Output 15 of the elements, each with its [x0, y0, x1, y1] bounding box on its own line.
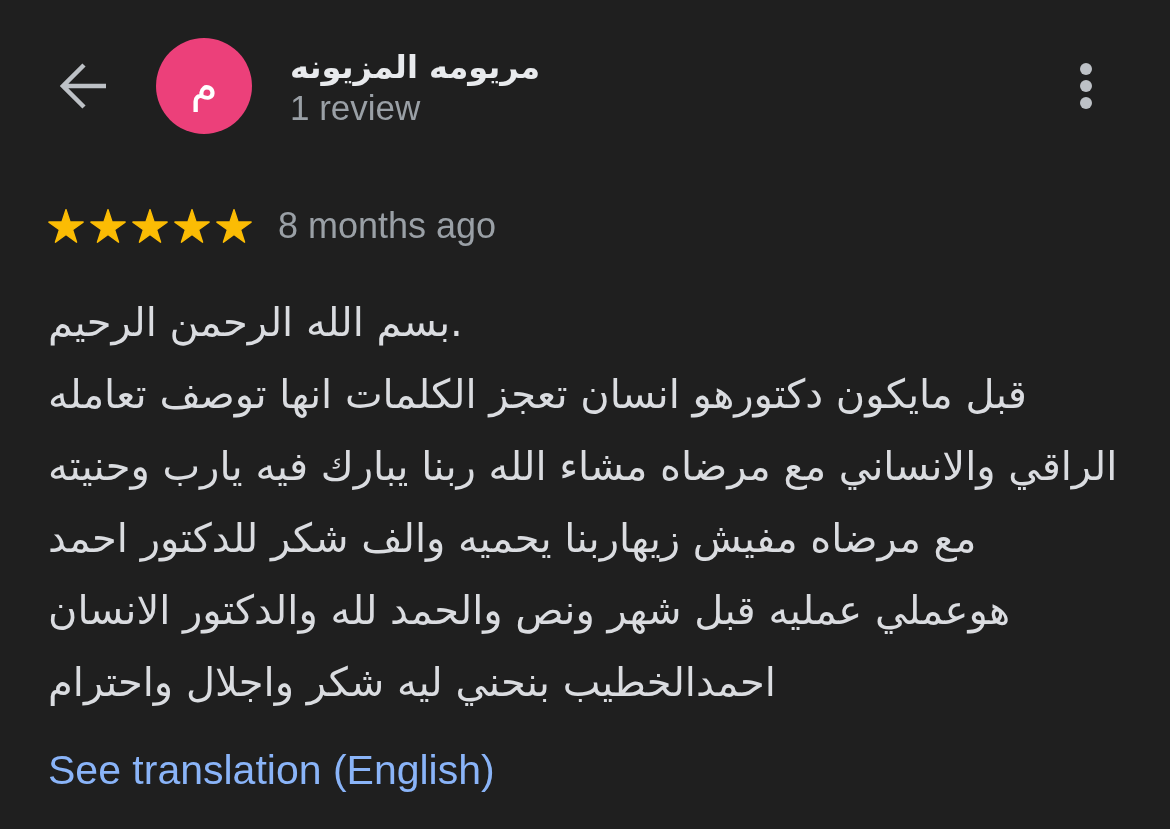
reviewer-name: مريومه المزيونه: [290, 47, 540, 88]
review-text: بسم الله الرحمن الرحيم. قبل مايكون دكتورهو انسان تعجز الكلمات انها توصف تعامله الراقي والانساني مع مرضاه مشاء الله ربنا يبارك فيه يارب وحنيته مع مرضاه مفيش زيهاربنا يحميه والف شكر للدكتور احمد هوعملي عمليه قبل شهر ونص والحمد لله والدكتور الانسان احمدالخطيب بنحني ليه شكر واجلال واحترام: [48, 298, 1118, 708]
star-icon: [48, 209, 84, 243]
back-button[interactable]: [60, 62, 108, 110]
review-count: 1 review: [290, 89, 421, 127]
avatar: م: [156, 38, 252, 134]
more-options-button[interactable]: [1080, 62, 1092, 110]
star-icon: [216, 209, 252, 243]
star-icon: [132, 209, 168, 243]
review-time: 8 months ago: [278, 206, 497, 246]
more-vertical-icon: [1080, 62, 1092, 110]
star-icon: [174, 209, 210, 243]
star-icon: [90, 209, 126, 243]
see-translation-link[interactable]: See translation (English): [48, 746, 495, 794]
back-arrow-icon: [60, 62, 108, 110]
